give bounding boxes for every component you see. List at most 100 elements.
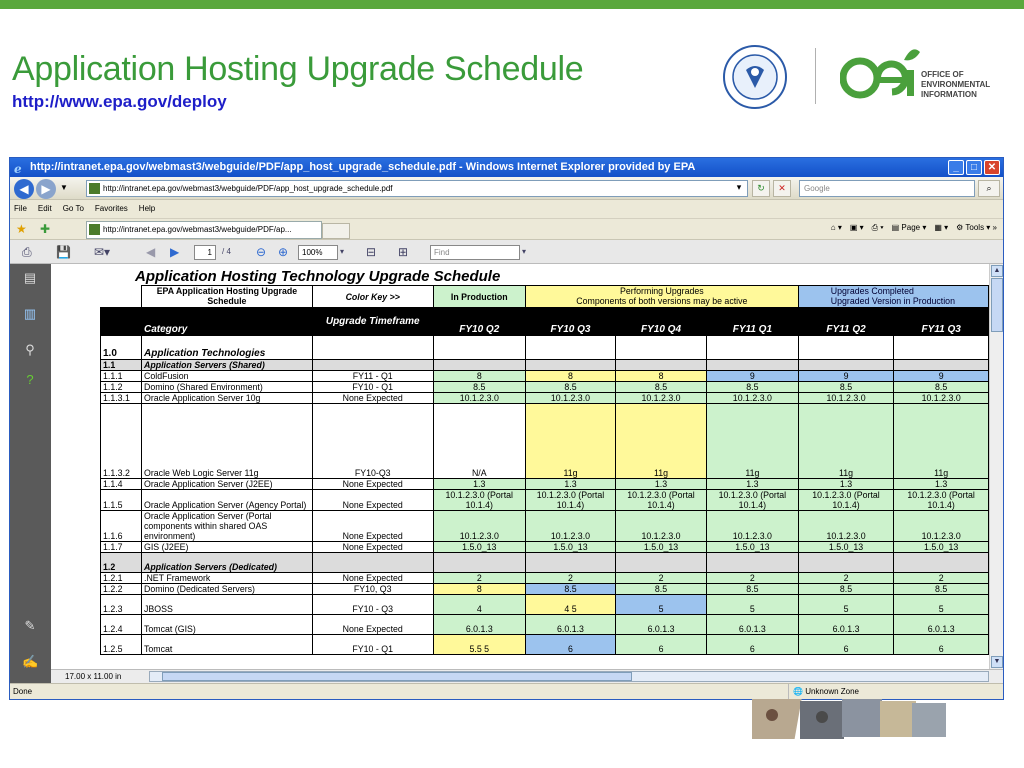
version-cell: 9 <box>893 370 989 382</box>
safety-icon[interactable]: ▦ ▾ <box>934 223 948 233</box>
version-cell: 6.0.1.3 <box>797 614 895 635</box>
version-cell: 8.5 <box>893 381 989 393</box>
back-button[interactable]: ◀ <box>14 179 34 199</box>
zoom-out-icon[interactable]: ⊖ <box>256 244 266 260</box>
maximize-button[interactable]: □ <box>966 160 982 175</box>
scroll-up-icon[interactable]: ▲ <box>991 265 1003 277</box>
help-icon[interactable]: ? <box>22 372 38 388</box>
forward-button[interactable]: ▶ <box>36 179 56 199</box>
version-cell: 10.1.2.3.0 <box>706 510 799 542</box>
menu-favorites[interactable]: Favorites <box>95 200 128 218</box>
tab-current[interactable]: http://intranet.epa.gov/webmast3/webguid… <box>86 221 322 239</box>
row-name: Tomcat <box>141 634 313 655</box>
legend-blank <box>101 286 142 308</box>
zoom-in-icon[interactable]: ⊕ <box>278 244 288 260</box>
legend-upgrades-completed: Upgrades Completed Upgraded Version in P… <box>797 285 989 308</box>
version-cell: 4 <box>432 594 526 615</box>
scroll-down-icon[interactable]: ▼ <box>991 656 1003 668</box>
search-input[interactable]: Google <box>799 180 975 197</box>
row-timeframe: FY11 - Q1 <box>311 370 434 382</box>
new-tab-button[interactable] <box>322 223 350 239</box>
version-cell: 10.1.2.3.0 <box>432 392 526 404</box>
stop-button[interactable]: ✕ <box>773 180 791 197</box>
version-cell: 8 <box>432 370 526 382</box>
version-cell: 1.5.0_13 <box>524 541 617 553</box>
table-row: 1.1 Application Servers (Shared) <box>100 359 989 371</box>
header-category: Category <box>141 307 313 336</box>
table-row: 1.1.5 Oracle Application Server (Agency P… <box>100 489 989 511</box>
version-cell: 8.5 <box>524 583 617 595</box>
zoom-input[interactable]: 100% <box>298 245 338 260</box>
legend-completed-title: Upgrades Completed <box>830 286 914 297</box>
version-cell: 6.0.1.3 <box>524 614 617 635</box>
version-cell: 6 <box>615 634 707 655</box>
slide-link[interactable]: http://www.epa.gov/deploy <box>12 92 227 112</box>
section-filler-cell <box>524 359 617 371</box>
pdf-print-icon[interactable]: ⎙ <box>22 244 32 260</box>
section-id: 1.0 <box>100 335 142 360</box>
vertical-scrollbar[interactable]: ▲ ▼ <box>989 264 1003 669</box>
search-icon[interactable]: ⌕ <box>978 180 1000 197</box>
row-id: 1.2.1 <box>100 572 142 584</box>
find-input[interactable]: Find <box>430 245 520 260</box>
binoculars-icon[interactable]: ⚲ <box>22 342 38 358</box>
refresh-button[interactable]: ↻ <box>752 180 770 197</box>
signature-icon[interactable]: ✍ <box>22 654 38 670</box>
zoom-dropdown-icon[interactable]: ▾ <box>340 244 344 260</box>
legend-epa-schedule: EPA Application Hosting Upgrade Schedule <box>141 285 313 308</box>
section-filler-cell <box>311 552 434 573</box>
section-id: 1.1 <box>100 359 142 371</box>
menu-file[interactable]: File <box>14 200 27 218</box>
address-dropdown-icon[interactable]: ▾ <box>732 180 746 197</box>
scroll-thumb[interactable] <box>991 278 1003 332</box>
page-number-input[interactable]: 1 <box>194 245 216 260</box>
row-id: 1.1.6 <box>100 510 142 542</box>
history-dropdown-icon[interactable]: ▼ <box>60 183 68 192</box>
menu-edit[interactable]: Edit <box>38 200 52 218</box>
row-name: Tomcat (GIS) <box>141 614 313 635</box>
version-cell: 6.0.1.3 <box>893 614 989 635</box>
version-cell: 8.5 <box>797 583 895 595</box>
version-cell: 11g <box>524 403 617 479</box>
status-text: Done <box>13 687 33 696</box>
row-id: 1.1.7 <box>100 541 142 553</box>
add-favorite-icon[interactable]: ✚ <box>40 222 50 236</box>
fit-page-icon[interactable]: ⊞ <box>398 244 408 260</box>
header-id-blank <box>100 307 142 336</box>
horizontal-scroll-thumb[interactable] <box>162 672 632 681</box>
pages-icon[interactable]: ▤ <box>22 270 38 286</box>
table-row: 1.0 Application Technologies <box>100 335 989 360</box>
version-cell: 1.3 <box>615 478 707 490</box>
previous-page-icon[interactable]: ◀ <box>146 244 155 260</box>
zone-text: Unknown Zone <box>805 687 859 696</box>
tools-menu[interactable]: ⚙ Tools ▾ » <box>956 223 997 233</box>
menu-goto[interactable]: Go To <box>63 200 84 218</box>
row-timeframe: FY10-Q3 <box>311 403 434 479</box>
fit-width-icon[interactable]: ⊟ <box>366 244 376 260</box>
horizontal-scrollbar[interactable] <box>149 671 989 682</box>
feeds-icon[interactable]: ▣ ▾ <box>850 223 864 233</box>
home-icon[interactable]: ⌂ ▾ <box>831 223 842 233</box>
legend-row: EPA Application Hosting Upgrade Schedule… <box>101 285 989 308</box>
attachment-icon[interactable]: ✎ <box>22 618 38 634</box>
bookmarks-icon[interactable]: ▥ <box>22 306 38 322</box>
pdf-save-icon[interactable]: 💾 <box>56 244 71 260</box>
row-name: Domino (Shared Environment) <box>141 381 313 393</box>
legend-performing-sub: Components of both versions may be activ… <box>576 296 748 306</box>
menu-help[interactable]: Help <box>139 200 155 218</box>
pdf-email-icon[interactable]: ✉▾ <box>94 244 110 260</box>
minimize-button[interactable]: _ <box>948 160 964 175</box>
page-menu[interactable]: ▤ Page ▾ <box>892 223 927 233</box>
favorites-star-icon[interactable]: ★ <box>16 222 27 236</box>
print-icon[interactable]: ⎙ ▾ <box>872 223 884 233</box>
close-button[interactable]: ✕ <box>984 160 1000 175</box>
find-dropdown-icon[interactable]: ▾ <box>522 244 526 260</box>
table-row: 1.2.5 Tomcat FY10 - Q1 5.5 566666 <box>100 634 989 655</box>
next-page-icon[interactable]: ▶ <box>170 244 179 260</box>
pdf-sidebar: ▤ ▥ ⚲ ? ✎ ✍ <box>10 264 51 683</box>
version-cell: 8.5 <box>706 381 799 393</box>
header-quarter-2: FY10 Q3 <box>524 307 617 336</box>
version-cell: 10.1.2.3.0 <box>524 510 617 542</box>
slide-top-bar <box>0 0 1024 9</box>
address-input[interactable]: http://intranet.epa.gov/webmast3/webguid… <box>86 180 748 197</box>
